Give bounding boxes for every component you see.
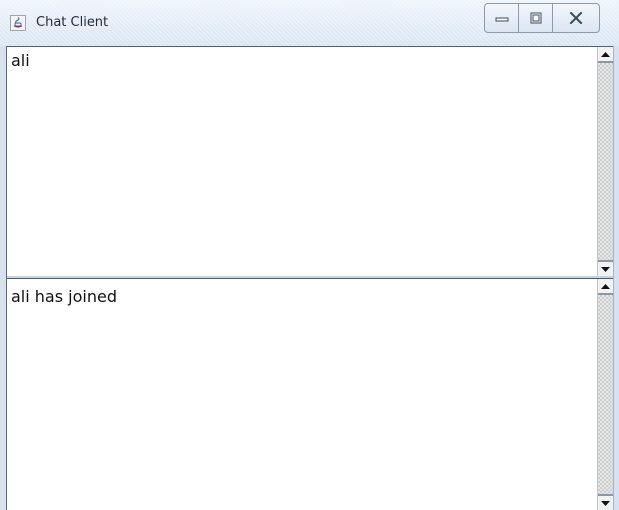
arrow-up-icon bbox=[601, 284, 610, 289]
window-frame-right bbox=[613, 46, 619, 510]
close-button[interactable] bbox=[553, 4, 599, 32]
scroll-up-button[interactable] bbox=[598, 279, 613, 295]
window-title: Chat Client bbox=[36, 15, 109, 30]
message-scrollbar[interactable] bbox=[597, 279, 613, 510]
minimize-icon bbox=[495, 17, 508, 22]
message-area[interactable]: ali has joined bbox=[7, 278, 613, 510]
window-frame-left bbox=[0, 46, 7, 510]
title-bar[interactable]: Chat Client bbox=[0, 0, 619, 46]
window-controls bbox=[484, 3, 600, 33]
scroll-up-button[interactable] bbox=[598, 47, 613, 63]
user-list-text: ali bbox=[11, 51, 30, 70]
message-line: ali has joined bbox=[11, 287, 117, 306]
maximize-button[interactable] bbox=[519, 4, 553, 32]
minimize-button[interactable] bbox=[485, 4, 519, 32]
user-list-area[interactable]: ali bbox=[7, 46, 613, 276]
maximize-icon bbox=[530, 12, 541, 24]
chat-client-window: Chat Client ali ali has joined bbox=[0, 0, 619, 510]
scroll-down-button[interactable] bbox=[598, 260, 613, 276]
user-list-scrollbar[interactable] bbox=[597, 47, 613, 276]
arrow-down-icon bbox=[601, 501, 610, 506]
arrow-up-icon bbox=[601, 52, 610, 57]
arrow-down-icon bbox=[601, 267, 610, 272]
scroll-down-button[interactable] bbox=[598, 494, 613, 510]
java-app-icon bbox=[10, 15, 26, 31]
close-icon bbox=[569, 12, 583, 24]
